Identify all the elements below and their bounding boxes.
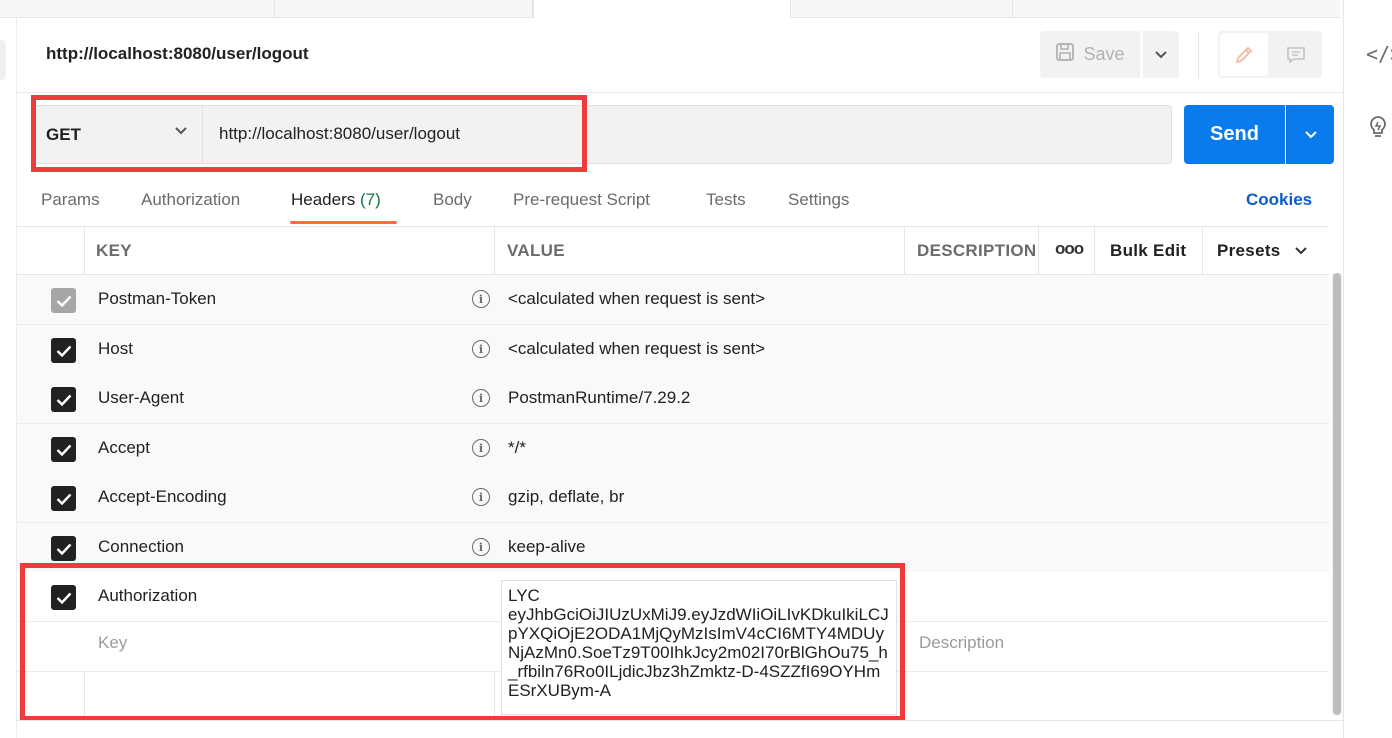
tab-params[interactable]: Params [41,190,100,210]
divider [17,92,1343,93]
header-key: Host [98,339,133,358]
presets-dropdown[interactable]: Presets [1217,241,1308,261]
cookies-link[interactable]: Cookies [1246,190,1312,210]
chevron-down-icon [1155,50,1167,58]
view-mode-toggle [1218,31,1322,78]
column-value: VALUE [507,241,565,260]
header-enabled-checkbox[interactable] [51,338,76,363]
highlight-box [31,95,587,172]
info-icon[interactable]: i [472,340,490,358]
header-key: User-Agent [98,388,184,407]
header-value: gzip, deflate, br [508,487,625,506]
info-icon[interactable]: i [472,290,490,308]
tab-headers[interactable]: Headers (7) [291,190,381,210]
request-tab[interactable] [275,0,533,18]
tab-tests[interactable]: Tests [706,190,746,210]
comments-button[interactable] [1272,33,1320,76]
header-key: Accept [98,438,150,457]
request-tab-active[interactable] [533,0,791,18]
new-description-input[interactable]: Description [919,633,1004,653]
presets-label: Presets [1217,241,1281,260]
request-tab[interactable] [0,0,275,18]
divider [1198,32,1199,78]
lightbulb-icon[interactable] [1366,114,1390,145]
save-icon [1055,42,1075,67]
table-row: Postman-Token i <calculated when request… [17,275,1329,325]
more-options-button[interactable]: ooo [1055,239,1084,259]
send-options-button[interactable] [1286,105,1334,164]
header-key: Postman-Token [98,289,217,308]
info-icon[interactable]: i [472,538,490,556]
header-value: PostmanRuntime/7.29.2 [508,388,691,407]
request-title[interactable]: http://localhost:8080/user/logout [46,44,309,64]
save-button[interactable]: Save [1040,31,1140,78]
tab-headers-label: Headers [291,190,356,209]
table-header: KEY VALUE DESCRIPTION ooo Bulk Edit Pres… [17,226,1329,275]
header-value: <calculated when request is sent> [508,289,766,308]
tab-settings[interactable]: Settings [788,190,849,210]
chevron-down-icon [1304,130,1317,138]
scrollbar-thumb[interactable] [1333,273,1341,715]
header-enabled-checkbox[interactable] [51,437,76,462]
header-enabled-checkbox[interactable] [51,486,76,511]
code-icon[interactable]: </> [1366,42,1392,66]
edit-mode-button[interactable] [1220,33,1268,76]
table-row: Accept-Encoding i gzip, deflate, br [17,473,1329,523]
column-key: KEY [96,241,132,260]
header-key: Accept-Encoding [98,487,227,506]
left-rail [0,18,17,738]
right-rail: </> [1343,0,1392,738]
pencil-icon [1235,46,1253,63]
header-key: Connection [98,537,185,556]
header-enabled-checkbox[interactable] [51,536,76,561]
active-tab-indicator [290,221,397,224]
comment-icon [1287,46,1305,64]
column-divider [1202,226,1203,275]
table-row: Accept i */* [17,424,1329,474]
tab-headers-count: (7) [360,190,381,209]
tab-authorization[interactable]: Authorization [141,190,240,210]
info-icon[interactable]: i [472,389,490,407]
header-value: <calculated when request is sent> [508,339,766,358]
info-icon[interactable]: i [472,488,490,506]
header-enabled-checkbox[interactable] [51,387,76,412]
tab-pre-request-script[interactable]: Pre-request Script [513,190,650,210]
chevron-down-icon [1294,247,1307,255]
column-divider [1094,226,1095,275]
send-button[interactable]: Send [1184,105,1285,164]
column-description: DESCRIPTION [917,241,1037,260]
table-row: Host i <calculated when request is sent> [17,325,1329,375]
table-row: User-Agent i PostmanRuntime/7.29.2 [17,374,1329,424]
request-tab[interactable] [791,0,1013,18]
header-value: keep-alive [508,537,586,556]
sidebar-handle[interactable] [0,40,6,80]
tab-body[interactable]: Body [433,190,472,210]
header-value: */* [508,438,526,457]
response-bar [17,720,1343,738]
column-divider [1038,226,1039,275]
save-options-button[interactable] [1143,31,1179,78]
save-label: Save [1083,44,1125,64]
highlight-box [20,563,905,721]
bulk-edit-button[interactable]: Bulk Edit [1110,241,1186,261]
header-enabled-checkbox [51,288,76,313]
request-tab-strip [0,0,1340,18]
info-icon[interactable]: i [472,439,490,457]
scrollbar[interactable] [1332,273,1342,715]
